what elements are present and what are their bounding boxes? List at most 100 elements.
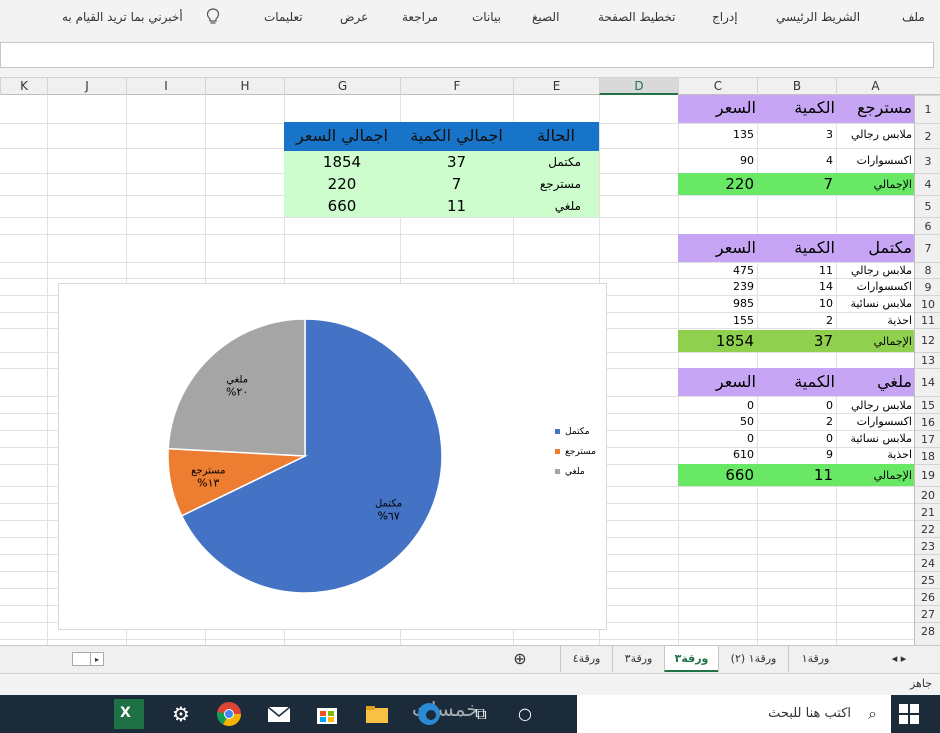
tab-page-layout[interactable]: تخطيط الصفحة <box>598 10 675 24</box>
returned-total-price[interactable]: 220 <box>680 175 754 193</box>
complete-item-price[interactable]: 155 <box>680 314 754 327</box>
summary-row-price[interactable]: 220 <box>286 175 398 193</box>
complete-header-price[interactable]: السعر <box>680 238 756 257</box>
row-header-6[interactable]: 6 <box>915 217 940 234</box>
sheet-nav[interactable]: ◂ ▸ <box>858 646 940 672</box>
summary-header-qty[interactable]: اجمالي الكمية <box>402 126 511 145</box>
complete-item-qty[interactable]: 14 <box>759 280 833 293</box>
row-header-21[interactable]: 21 <box>915 503 940 520</box>
cancelled-item-name[interactable]: اكسسوارات <box>838 415 912 428</box>
col-header-k[interactable]: K <box>0 78 47 95</box>
returned-item-name[interactable]: اكسسوارات <box>838 154 912 167</box>
col-header-b[interactable]: B <box>757 78 836 95</box>
row-header-23[interactable]: 23 <box>915 537 940 554</box>
summary-row-price[interactable]: 660 <box>286 197 398 215</box>
col-header-i[interactable]: I <box>126 78 205 95</box>
taskbar-search[interactable]: ⌕ اكتب هنا للبحث <box>577 695 891 733</box>
col-header-h[interactable]: H <box>205 78 284 95</box>
complete-item-name[interactable]: ملابس رجالي <box>838 264 912 277</box>
row-header-24[interactable]: 24 <box>915 554 940 571</box>
complete-item-qty[interactable]: 2 <box>759 314 833 327</box>
col-header-e[interactable]: E <box>513 78 599 95</box>
returned-header-price[interactable]: السعر <box>680 98 756 117</box>
chrome-icon[interactable] <box>214 699 244 729</box>
summary-row-status[interactable]: مسترجع <box>515 177 581 191</box>
add-sheet-icon[interactable]: ⊕ <box>505 646 535 672</box>
row-header-20[interactable]: 20 <box>915 486 940 503</box>
cancelled-header-status[interactable]: ملغي <box>838 372 912 391</box>
row-header-26[interactable]: 26 <box>915 588 940 605</box>
sheet-tab[interactable]: ورقة٤ <box>560 646 612 672</box>
complete-item-price[interactable]: 239 <box>680 280 754 293</box>
col-header-j[interactable]: J <box>47 78 126 95</box>
complete-item-qty[interactable]: 10 <box>759 297 833 310</box>
col-header-a[interactable]: A <box>836 78 914 95</box>
row-header-7[interactable]: 7 <box>915 234 940 262</box>
row-header-15[interactable]: 15 <box>915 396 940 413</box>
row-header-4[interactable]: 4 <box>915 173 940 195</box>
returned-item-price[interactable]: 90 <box>680 154 754 167</box>
windows-start-icon[interactable] <box>898 703 920 725</box>
cancelled-header-qty[interactable]: الكمية <box>759 372 835 391</box>
returned-header-status[interactable]: مسترجع <box>838 98 912 117</box>
cancelled-total-qty[interactable]: 11 <box>759 466 833 484</box>
summary-row-qty[interactable]: 37 <box>402 153 511 171</box>
returned-item-qty[interactable]: 4 <box>759 154 833 167</box>
complete-item-price[interactable]: 475 <box>680 264 754 277</box>
edge-icon[interactable] <box>414 699 444 729</box>
row-header-9[interactable]: 9 <box>915 278 940 295</box>
row-header-27[interactable]: 27 <box>915 605 940 622</box>
col-header-d[interactable]: D <box>599 78 678 95</box>
cancelled-item-qty[interactable]: 9 <box>759 448 833 461</box>
file-explorer-icon[interactable] <box>362 699 392 729</box>
complete-item-name[interactable]: اكسسوارات <box>838 280 912 293</box>
summary-row-qty[interactable]: 7 <box>402 175 511 193</box>
returned-item-name[interactable]: ملابس رجالي <box>838 128 912 141</box>
cancelled-item-qty[interactable]: 2 <box>759 415 833 428</box>
row-header-19[interactable]: 19 <box>915 464 940 486</box>
row-header-1[interactable]: 1 <box>915 95 940 123</box>
complete-item-qty[interactable]: 11 <box>759 264 833 277</box>
tab-help[interactable]: تعليمات <box>264 10 303 24</box>
store-icon[interactable] <box>312 699 342 729</box>
returned-item-qty[interactable]: 3 <box>759 128 833 141</box>
tab-file[interactable]: ملف <box>902 10 925 24</box>
cancelled-item-name[interactable]: ملابس نسائية <box>838 432 912 445</box>
worksheet-grid[interactable]: A B C D E F G H I J K 1 2 3 4 5 6 7 8 9 10 11 12 13 1… <box>0 78 940 645</box>
row-header-25[interactable]: 25 <box>915 571 940 588</box>
row-header-17[interactable]: 17 <box>915 430 940 447</box>
complete-total-qty[interactable]: 37 <box>759 332 833 350</box>
cancelled-item-price[interactable]: 0 <box>680 432 754 445</box>
sheet-tab[interactable]: ورقة١ <box>788 646 842 672</box>
cancelled-item-qty[interactable]: 0 <box>759 432 833 445</box>
returned-total-qty[interactable]: 7 <box>759 175 833 193</box>
horizontal-scrollbar[interactable]: ▸ <box>0 646 120 672</box>
row-header-11[interactable]: 11 <box>915 312 940 328</box>
pie-chart[interactable]: مكتمل %٦٧ مسترجع %١٣ ملغي %٢٠ مكتمل مسترجع ملغي <box>58 283 607 630</box>
tab-data[interactable]: بيانات <box>472 10 501 24</box>
complete-header-status[interactable]: مكتمل <box>838 238 912 257</box>
tab-formulas[interactable]: الصيغ <box>532 10 559 24</box>
tab-review[interactable]: مراجعة <box>402 10 438 24</box>
cancelled-total-label[interactable]: الإجمالي <box>838 469 912 482</box>
tab-insert[interactable]: إدراج <box>712 10 738 24</box>
row-header-2[interactable]: 2 <box>915 123 940 148</box>
settings-icon[interactable]: ⚙ <box>166 699 196 729</box>
excel-icon[interactable]: X <box>114 699 144 729</box>
summary-row-status[interactable]: ملغي <box>515 199 581 213</box>
cancelled-header-price[interactable]: السعر <box>680 372 756 391</box>
summary-row-qty[interactable]: 11 <box>402 197 511 215</box>
cancelled-item-price[interactable]: 610 <box>680 448 754 461</box>
tab-view[interactable]: عرض <box>340 10 368 24</box>
row-header-28[interactable]: 28 <box>915 622 940 639</box>
row-header-22[interactable]: 22 <box>915 520 940 537</box>
complete-item-price[interactable]: 985 <box>680 297 754 310</box>
row-header-16[interactable]: 16 <box>915 413 940 430</box>
summary-header-status[interactable]: الحالة <box>515 126 597 145</box>
task-view-icon[interactable]: ⧉ <box>466 699 496 729</box>
cancelled-total-price[interactable]: 660 <box>680 466 754 484</box>
cancelled-item-name[interactable]: احذية <box>838 448 912 461</box>
complete-total-label[interactable]: الإجمالي <box>838 335 912 348</box>
row-header-3[interactable]: 3 <box>915 148 940 173</box>
cortana-icon[interactable]: ○ <box>510 699 540 729</box>
